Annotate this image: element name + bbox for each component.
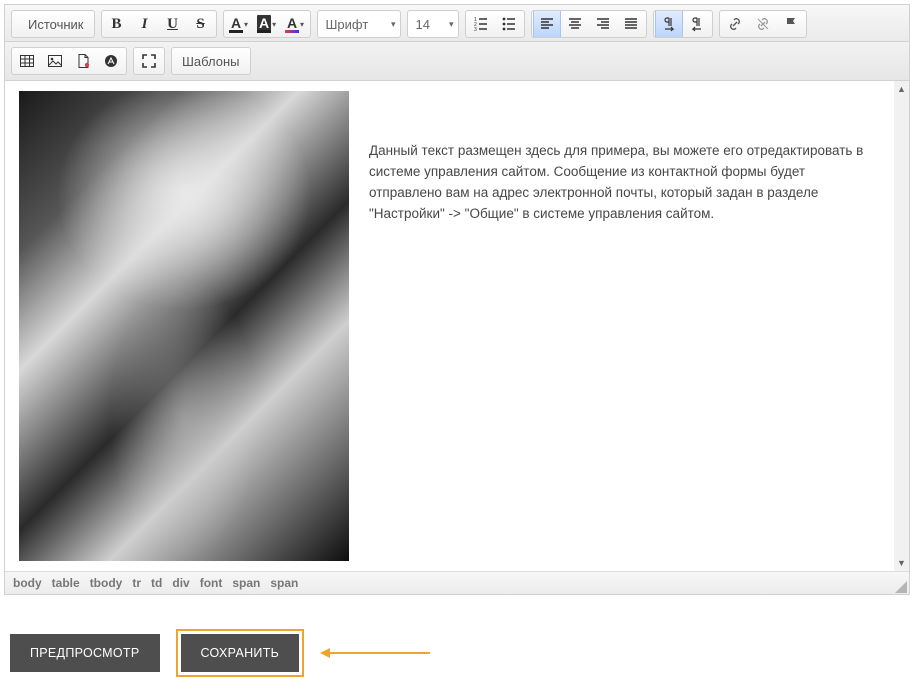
document-icon: [75, 53, 91, 69]
source-label: Источник: [28, 17, 84, 32]
templates-label: Шаблоны: [182, 54, 240, 69]
text-color-button[interactable]: A ▾: [225, 11, 253, 37]
ltr-icon: [661, 16, 677, 32]
align-center-icon: [567, 16, 583, 32]
image-icon: [47, 53, 63, 69]
svg-text:3: 3: [474, 27, 477, 32]
align-justify-button[interactable]: [617, 11, 645, 37]
editor-content[interactable]: Данный текст размещен здесь для примера,…: [5, 81, 909, 571]
path-item[interactable]: body: [13, 576, 42, 590]
path-item[interactable]: font: [200, 576, 223, 590]
preview-button[interactable]: ПРЕДПРОСМОТР: [10, 634, 160, 672]
path-item[interactable]: td: [151, 576, 162, 590]
unordered-list-button[interactable]: [495, 11, 523, 37]
font-size-combo[interactable]: 14 ▾: [407, 10, 459, 38]
underline-icon: U: [167, 16, 178, 33]
bold-icon: B: [111, 16, 121, 33]
unlink-icon: [755, 16, 771, 32]
maximize-button[interactable]: [135, 48, 163, 74]
bg-color-button[interactable]: A ▾: [253, 11, 281, 37]
path-item[interactable]: span: [270, 576, 298, 590]
text-color-icon: A: [229, 15, 243, 33]
maximize-icon: [141, 53, 157, 69]
strike-button[interactable]: S: [187, 11, 215, 37]
table-icon: [19, 53, 35, 69]
arrow-head-icon: [320, 648, 330, 658]
callout-arrow: [320, 648, 430, 658]
vertical-scrollbar[interactable]: ▲ ▼: [894, 81, 909, 571]
table-button[interactable]: [13, 48, 41, 74]
special-char-button[interactable]: [97, 48, 125, 74]
italic-icon: I: [142, 16, 148, 33]
chevron-down-icon: ▾: [391, 19, 396, 30]
resize-handle[interactable]: [895, 581, 907, 593]
scroll-up-icon[interactable]: ▲: [894, 81, 909, 97]
templates-button[interactable]: Шаблоны: [171, 47, 251, 75]
content-image[interactable]: [19, 91, 349, 561]
font-size-label: 14: [416, 17, 430, 32]
save-button[interactable]: СОХРАНИТЬ: [181, 634, 300, 672]
path-item[interactable]: div: [172, 576, 189, 590]
save-button-highlight: СОХРАНИТЬ: [176, 629, 305, 677]
anchor-button[interactable]: [777, 11, 805, 37]
ordered-list-icon: 123: [473, 16, 489, 32]
actions-bar: ПРЕДПРОСМОТР СОХРАНИТЬ: [0, 599, 914, 691]
underline-button[interactable]: U: [159, 11, 187, 37]
align-right-icon: [595, 16, 611, 32]
toolbar-secondary: Шаблоны: [5, 42, 909, 81]
scroll-down-icon[interactable]: ▼: [894, 555, 909, 571]
unlink-button[interactable]: [749, 11, 777, 37]
ltr-button[interactable]: [655, 11, 683, 37]
strike-icon: S: [196, 16, 204, 33]
align-justify-icon: [623, 16, 639, 32]
content-paragraph[interactable]: Данный текст размещен здесь для примера,…: [369, 91, 897, 561]
path-item[interactable]: tbody: [90, 576, 123, 590]
align-center-button[interactable]: [561, 11, 589, 37]
link-icon: [727, 16, 743, 32]
path-item[interactable]: span: [232, 576, 260, 590]
rtl-icon: [689, 16, 705, 32]
toolbar-primary: Источник B I U S A ▾ A ▾ A ▾: [5, 5, 909, 42]
elements-path-bar: body table tbody tr td div font span spa…: [5, 571, 909, 594]
remove-format-icon: A: [285, 15, 299, 33]
font-family-combo[interactable]: Шрифт ▾: [317, 10, 401, 38]
chevron-down-icon: ▾: [449, 19, 454, 30]
italic-button[interactable]: I: [131, 11, 159, 37]
link-button[interactable]: [721, 11, 749, 37]
flag-icon: [783, 16, 799, 32]
image-button[interactable]: [41, 48, 69, 74]
align-left-button[interactable]: [533, 11, 561, 37]
editor-container: Источник B I U S A ▾ A ▾ A ▾: [4, 4, 910, 595]
source-button[interactable]: Источник: [11, 10, 95, 38]
path-item[interactable]: table: [52, 576, 80, 590]
bg-color-icon: A: [257, 15, 271, 33]
font-family-label: Шрифт: [326, 17, 369, 32]
ordered-list-button[interactable]: 123: [467, 11, 495, 37]
rtl-button[interactable]: [683, 11, 711, 37]
path-item[interactable]: tr: [132, 576, 141, 590]
special-char-icon: [103, 53, 119, 69]
unordered-list-icon: [501, 16, 517, 32]
align-right-button[interactable]: [589, 11, 617, 37]
remove-format-button[interactable]: A ▾: [281, 11, 309, 37]
document-button[interactable]: [69, 48, 97, 74]
align-left-icon: [539, 16, 555, 32]
bold-button[interactable]: B: [103, 11, 131, 37]
